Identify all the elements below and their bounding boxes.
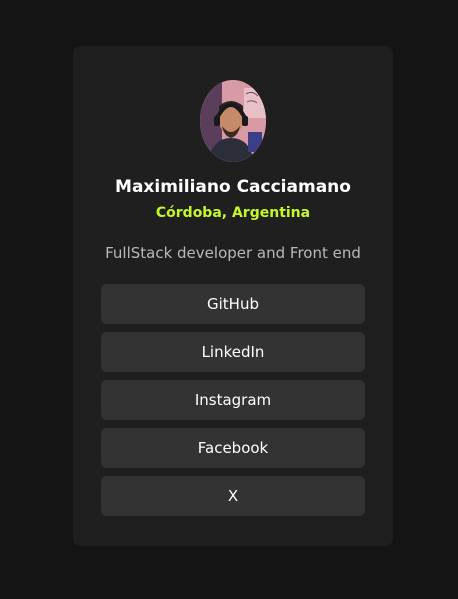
x-link-button[interactable]: X [101, 476, 365, 516]
profile-name: Maximiliano Cacciamano [115, 177, 351, 197]
profile-card: Maximiliano Cacciamano Córdoba, Argentin… [73, 46, 393, 546]
avatar-photo [200, 80, 266, 162]
profile-location: Córdoba, Argentina [155, 205, 311, 221]
facebook-link-button[interactable]: Facebook [101, 428, 365, 468]
linkedin-link-button[interactable]: LinkedIn [101, 332, 365, 372]
profile-bio: FullStack developer and Front end [105, 244, 361, 262]
instagram-link-button[interactable]: Instagram [101, 380, 365, 420]
avatar [200, 80, 266, 162]
page: Maximiliano Cacciamano Córdoba, Argentin… [0, 0, 458, 599]
github-link-button[interactable]: GitHub [101, 284, 365, 324]
social-links: GitHub LinkedIn Instagram Facebook X [101, 284, 365, 524]
